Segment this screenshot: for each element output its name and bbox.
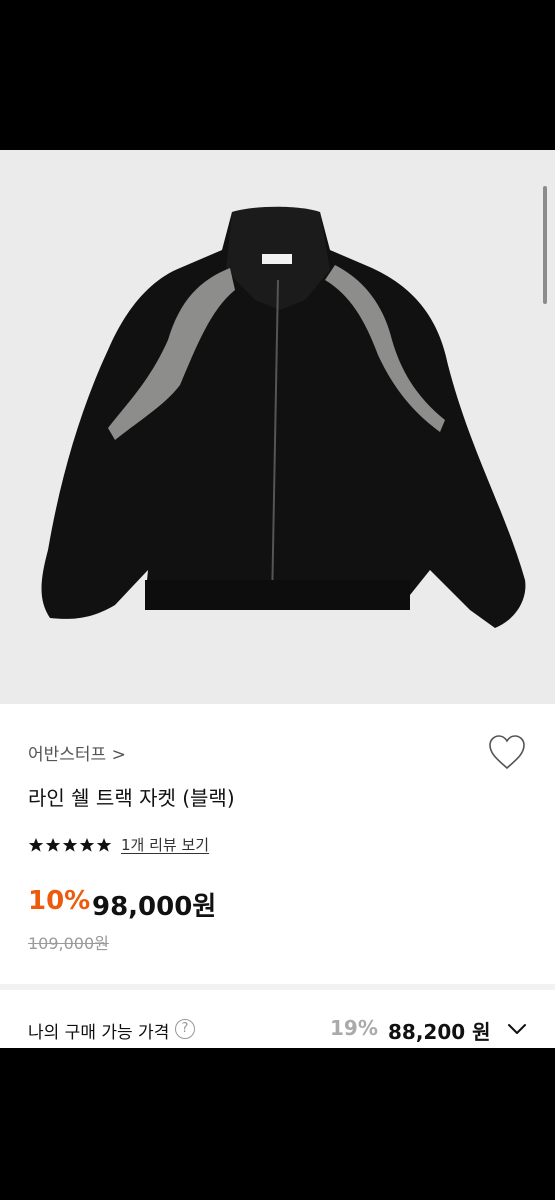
purchase-price-label: 나의 구매 가능 가격	[28, 1023, 170, 1043]
heart-icon[interactable]	[486, 732, 528, 774]
help-icon[interactable]: ?	[175, 1019, 195, 1039]
brand-link[interactable]: 어반스터프 >	[28, 740, 126, 765]
product-info: 어반스터프 > 라인 쉘 트랙 자켓 (블랙) 1개 리뷰 보기 10% 98,…	[0, 704, 555, 984]
review-link[interactable]: 1개 리뷰 보기	[121, 834, 209, 855]
star-icon	[45, 838, 61, 852]
chevron-down-icon[interactable]	[506, 1018, 528, 1040]
star-icon	[79, 838, 95, 852]
rating-stars	[28, 837, 112, 855]
jacket-illustration	[41, 206, 526, 628]
jacket-hem	[145, 580, 410, 610]
image-scroll-indicator[interactable]	[543, 186, 547, 304]
top-black-bar	[0, 0, 555, 150]
purchase-price: 88,200 원	[388, 1020, 491, 1044]
product-title: 라인 쉘 트랙 자켓 (블랙)	[28, 786, 235, 810]
star-icon	[62, 838, 78, 852]
bottom-black-bar	[0, 1048, 555, 1200]
sale-price: 98,000원	[92, 892, 217, 922]
purchase-price-row[interactable]: 나의 구매 가능 가격 ? 19% 88,200 원	[0, 990, 555, 1048]
discount-rate: 10%	[28, 886, 91, 916]
star-icon	[96, 838, 112, 852]
product-image[interactable]	[0, 150, 555, 704]
collar-label	[262, 254, 292, 264]
purchase-discount: 19%	[330, 1016, 378, 1040]
original-price: 109,000원	[28, 934, 109, 953]
star-icon	[28, 838, 44, 852]
